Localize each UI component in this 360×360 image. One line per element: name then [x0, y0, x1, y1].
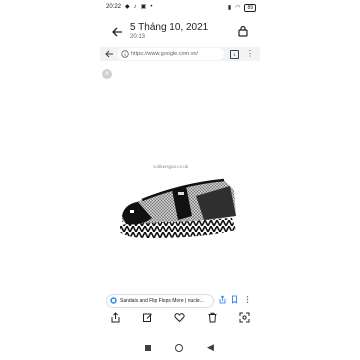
shoe-image [120, 178, 236, 238]
status-right: ▮ ◠ 89 [228, 4, 256, 12]
trash-icon[interactable] [207, 312, 218, 323]
page-subtitle: 20:13 [130, 34, 146, 40]
lock-icon[interactable] [236, 24, 250, 38]
back-button[interactable]: ◀ [207, 342, 214, 352]
share-icon[interactable] [110, 312, 121, 323]
source-link[interactable]: Sandals and Flip Flops More | nucle... [106, 294, 214, 308]
home-button[interactable] [175, 344, 183, 352]
bookmark-icon[interactable] [230, 295, 239, 304]
edit-icon[interactable] [142, 312, 153, 323]
status-left: 20:22 ◆ ♪ ▣ • [106, 4, 152, 11]
messenger-icon: ▣ [140, 4, 147, 10]
arrow-left-icon[interactable] [110, 25, 124, 39]
signal-icon: ▮ [227, 4, 232, 11]
lens-icon[interactable] [239, 312, 250, 323]
share-link-icon[interactable] [218, 295, 227, 304]
system-nav-bar: ◀ [100, 340, 260, 354]
tiktok-icon: ♪ [133, 4, 137, 10]
overflow-menu-icon[interactable]: ⋮ [246, 48, 254, 60]
status-bar: 20:22 ◆ ♪ ▣ • ▮ ◠ 89 [0, 0, 360, 16]
tabs-button[interactable]: 1 [230, 50, 239, 59]
browser-toolbar: https://www.google.com.vn/ 1 ⋮ [100, 47, 260, 61]
clock: 20:22 [106, 4, 122, 10]
notification-icon: ◆ [125, 4, 130, 10]
url-text: https://www.google.com.vn/ [131, 51, 198, 57]
close-icon[interactable]: × [102, 69, 112, 79]
address-bar[interactable]: https://www.google.com.vn/ [118, 48, 224, 60]
wifi-icon: ◠ [235, 4, 241, 11]
recents-button[interactable] [145, 345, 151, 351]
info-icon [121, 50, 129, 58]
browser-back-icon[interactable] [104, 49, 114, 59]
screenshot-header: 5 Tháng 10, 2021 20:13 [100, 18, 260, 44]
overflow-icon[interactable] [243, 295, 252, 304]
google-icon [110, 297, 117, 304]
battery-indicator: 89 [244, 4, 256, 12]
link-text: Sandals and Flip Flops More | nucle... [120, 298, 204, 304]
heart-icon[interactable] [174, 312, 185, 323]
action-bar [100, 310, 260, 326]
source-link-row: Sandals and Flip Flops More | nucle... [100, 293, 260, 308]
more-notifications-icon: • [150, 4, 153, 10]
image-watermark: walkersgun.co.uk [153, 165, 189, 170]
page-title: 5 Tháng 10, 2021 [130, 22, 209, 33]
